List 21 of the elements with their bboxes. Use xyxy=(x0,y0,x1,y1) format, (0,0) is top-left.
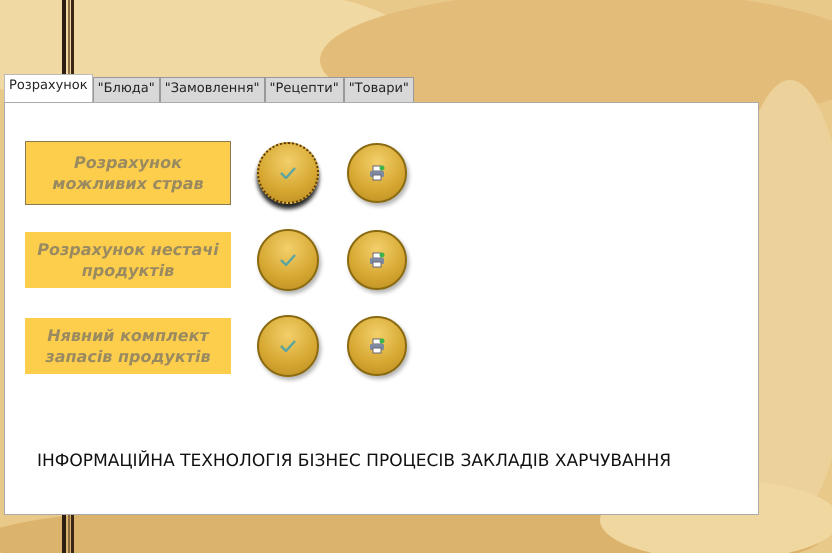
footer-title: ІНФОРМАЦІЙНА ТЕХНОЛОГІЯ БІЗНЕС ПРОЦЕСІВ ЗАКЛАДІВ ХАРЧУВАННЯ xyxy=(36,451,672,471)
print-button[interactable] xyxy=(347,230,407,290)
action-label: Розрахунок можливих страв xyxy=(25,141,231,205)
action-label: Розрахунок нестачі продуктів xyxy=(25,232,231,288)
printer-icon xyxy=(369,338,385,354)
tab[interactable]: "Блюда" xyxy=(92,77,160,102)
confirm-button[interactable] xyxy=(257,142,319,204)
print-button[interactable] xyxy=(347,143,407,203)
action-label: Нявний комплект запасів продуктів xyxy=(25,318,231,374)
tab[interactable]: "Рецепти" xyxy=(264,77,344,102)
confirm-button[interactable] xyxy=(257,229,319,291)
printer-icon xyxy=(369,252,385,268)
check-icon xyxy=(280,167,296,179)
print-button[interactable] xyxy=(347,316,407,376)
tab[interactable]: "Замовлення" xyxy=(160,77,265,102)
tab[interactable]: Розрахунок xyxy=(4,74,93,102)
tab[interactable]: "Товари" xyxy=(344,77,414,102)
check-icon xyxy=(280,340,296,352)
confirm-button[interactable] xyxy=(257,315,319,377)
printer-icon xyxy=(369,165,385,181)
check-icon xyxy=(280,254,296,266)
